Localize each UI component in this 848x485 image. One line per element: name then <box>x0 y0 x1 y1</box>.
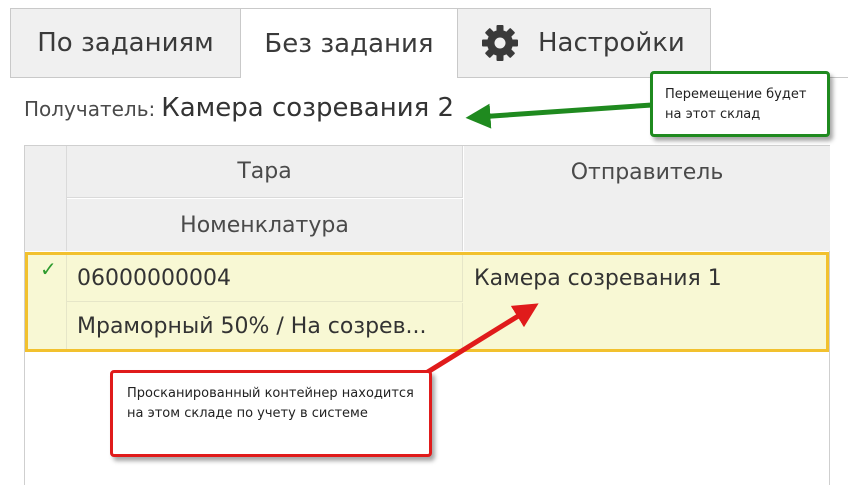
tab-by-tasks[interactable]: По заданиям <box>10 8 241 77</box>
tab-without-task[interactable]: Без задания <box>240 8 458 78</box>
header-mark-column <box>25 146 67 251</box>
green-arrow <box>465 102 653 129</box>
tab-bar: По заданиям Без задания Настройки <box>0 0 848 78</box>
recipient-value: Камера созревания 2 <box>161 93 455 123</box>
tab-settings[interactable]: Настройки <box>457 8 711 77</box>
header-nomenclature[interactable]: Номенклатура <box>67 199 463 251</box>
check-icon: ✓ <box>40 257 57 281</box>
row-code: 06000000004 <box>67 255 463 302</box>
row-mark-cell: ✓ <box>28 255 67 349</box>
callout-red: Просканированный контейнер находится на … <box>110 370 432 457</box>
callout-green: Перемещение будет на этот склад <box>650 71 830 137</box>
table-row[interactable]: ✓ 06000000004 Мраморный 50% / На созрев.… <box>25 252 829 352</box>
gear-icon <box>480 23 520 63</box>
recipient: Получатель: Камера созревания 2 <box>24 93 454 123</box>
tab-settings-label: Настройки <box>538 28 685 58</box>
row-sender: Камера созревания 1 <box>474 266 722 291</box>
recipient-label: Получатель: <box>24 97 156 121</box>
header-tara[interactable]: Тара <box>67 146 463 198</box>
row-nomenclature: Мраморный 50% / На созрев... <box>67 303 463 349</box>
header-sender[interactable]: Отправитель <box>464 146 830 251</box>
